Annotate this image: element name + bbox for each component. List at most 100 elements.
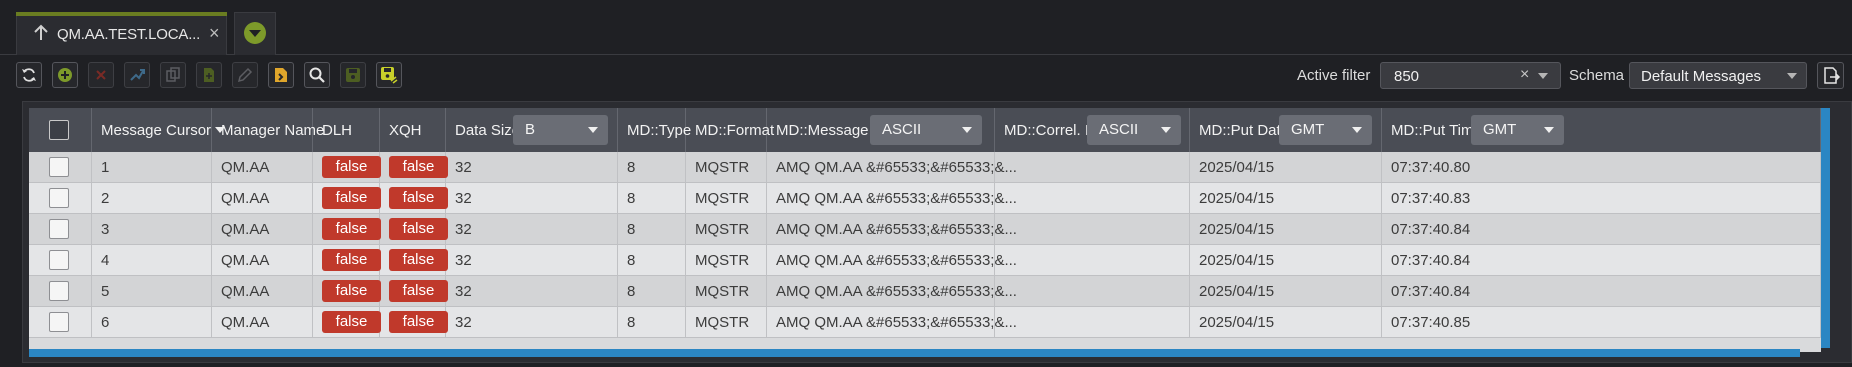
header-message-cursor[interactable]: Message Cursor — [92, 108, 226, 152]
header-dlh[interactable]: DLH — [313, 108, 380, 152]
type-text: 8 — [627, 190, 636, 207]
table-row[interactable]: 5 QM.AA false false 32 8 MQSTR AMQ QM.AA &#6553… — [29, 276, 1821, 307]
header-label: MD::Put Time — [1391, 122, 1482, 139]
table-row[interactable]: 3 QM.AA false false 32 8 MQSTR AMQ QM.AA &#6553… — [29, 214, 1821, 245]
header-md-message-id[interactable]: MD::Message ID ASCII — [767, 108, 995, 152]
type-text: 8 — [627, 159, 636, 176]
cell-size: 32 — [446, 214, 618, 244]
time-text: 07:37:40.84 — [1391, 221, 1471, 238]
chevron-down-icon — [1544, 127, 1554, 133]
row-checkbox[interactable] — [49, 188, 69, 208]
edit-button[interactable] — [232, 62, 258, 88]
tab-queue[interactable]: QM.AA.TEST.LOCA... × — [16, 12, 227, 55]
new-document-button[interactable] — [196, 62, 222, 88]
time-text: 07:37:40.83 — [1391, 190, 1471, 207]
size-text: 32 — [455, 190, 472, 207]
clear-filter-icon[interactable]: × — [1520, 66, 1529, 84]
header-md-put-date[interactable]: MD::Put Date GMT — [1190, 108, 1382, 152]
put-time-timezone-select[interactable]: GMT — [1471, 115, 1564, 145]
row-checkbox[interactable] — [49, 281, 69, 301]
select-all-checkbox[interactable] — [49, 120, 69, 140]
table-row[interactable]: 6 QM.AA false false 32 8 MQSTR AMQ QM.AA &#6553… — [29, 307, 1821, 338]
new-document-icon — [204, 68, 214, 82]
vertical-scrollbar[interactable] — [1821, 108, 1830, 348]
move-icon — [130, 69, 145, 81]
horizontal-scrollbar[interactable] — [29, 349, 1800, 357]
copy-button[interactable] — [160, 62, 186, 88]
search-button[interactable] — [304, 62, 330, 88]
header-md-put-time[interactable]: MD::Put Time GMT — [1382, 108, 1821, 152]
cell-size: 32 — [446, 276, 618, 306]
cell-type: 8 — [618, 183, 686, 213]
arrow-up-icon — [34, 24, 48, 40]
table-row[interactable]: 2 QM.AA false false 32 8 MQSTR AMQ QM.AA &#6553… — [29, 183, 1821, 214]
xqh-badge: false — [389, 218, 448, 240]
message-id-encoding-select[interactable]: ASCII — [870, 115, 982, 145]
cell-format: MQSTR — [686, 307, 767, 337]
size-text: 32 — [455, 221, 472, 238]
correl-id-encoding-select[interactable]: ASCII — [1087, 115, 1181, 145]
save-all-button[interactable] — [376, 62, 402, 88]
size-text: 32 — [455, 283, 472, 300]
copy-icon — [166, 67, 180, 82]
chevron-down-icon — [588, 127, 598, 133]
move-button[interactable] — [124, 62, 150, 88]
refresh-icon — [22, 68, 36, 82]
cell-msgid: AMQ QM.AA &#65533;&#65533;&... — [767, 214, 1017, 244]
row-checkbox[interactable] — [49, 219, 69, 239]
cell-dlh: false — [313, 214, 381, 244]
tab-bar: QM.AA.TEST.LOCA... × — [0, 0, 1852, 55]
chevron-down-icon[interactable] — [1538, 73, 1548, 79]
header-md-format[interactable]: MD::Format — [686, 108, 774, 152]
header-md-correl-id[interactable]: MD::Correl. ID ASCII — [995, 108, 1190, 152]
table-row[interactable]: 4 QM.AA false false 32 8 MQSTR AMQ QM.AA &#6553… — [29, 245, 1821, 276]
cell-select — [29, 152, 92, 182]
header-label: Manager Name — [221, 122, 325, 139]
row-checkbox[interactable] — [49, 312, 69, 332]
save-icon — [346, 68, 360, 82]
put-date-timezone-select[interactable]: GMT — [1279, 115, 1372, 145]
add-message-button[interactable] — [52, 62, 78, 88]
close-icon[interactable]: × — [209, 24, 220, 42]
msgid-text: AMQ QM.AA &#65533;&#65533;&... — [776, 252, 1017, 269]
cell-dlh: false — [313, 152, 381, 182]
cell-time: 07:37:40.85 — [1382, 307, 1821, 337]
save-button[interactable] — [340, 62, 366, 88]
header-manager-name[interactable]: Manager Name — [212, 108, 324, 152]
header-label: MD::Correl. ID — [1004, 122, 1100, 139]
refresh-button[interactable] — [16, 62, 42, 88]
load-button[interactable] — [268, 62, 294, 88]
cell-time: 07:37:40.84 — [1382, 276, 1821, 306]
cell-dlh: false — [313, 307, 381, 337]
type-text: 8 — [627, 252, 636, 269]
row-checkbox[interactable] — [49, 250, 69, 270]
header-xqh[interactable]: XQH — [380, 108, 446, 152]
header-data-size[interactable]: Data Size B — [446, 108, 618, 152]
data-size-unit-select[interactable]: B — [513, 115, 608, 145]
tab-menu-button[interactable] — [234, 12, 276, 55]
delete-button[interactable] — [88, 62, 114, 88]
cell-dlh: false — [313, 276, 381, 306]
row-checkbox[interactable] — [49, 157, 69, 177]
cell-select — [29, 276, 92, 306]
format-text: MQSTR — [695, 252, 750, 269]
chevron-down-icon — [962, 127, 972, 133]
manager-text: QM.AA — [221, 252, 270, 269]
active-filter-input[interactable]: 850 × — [1380, 62, 1561, 89]
format-text: MQSTR — [695, 190, 750, 207]
dlh-badge: false — [322, 218, 381, 240]
active-filter-value: 850 — [1394, 68, 1420, 85]
schema-select[interactable]: Default Messages — [1629, 62, 1807, 89]
cell-time: 07:37:40.83 — [1382, 183, 1821, 213]
cell-dlh: false — [313, 245, 381, 275]
export-button[interactable] — [1817, 62, 1844, 89]
xqh-badge: false — [389, 156, 448, 178]
date-text: 2025/04/15 — [1199, 283, 1275, 300]
cell-xqh: false — [380, 152, 448, 182]
table-row[interactable]: 1 QM.AA false false 32 8 MQSTR AMQ QM.AA &#6553… — [29, 152, 1821, 183]
msgid-text: AMQ QM.AA &#65533;&#65533;&... — [776, 221, 1017, 238]
msgid-text: AMQ QM.AA &#65533;&#65533;&... — [776, 159, 1017, 176]
time-text: 07:37:40.80 — [1391, 159, 1471, 176]
format-text: MQSTR — [695, 283, 750, 300]
header-md-type[interactable]: MD::Type — [618, 108, 691, 152]
